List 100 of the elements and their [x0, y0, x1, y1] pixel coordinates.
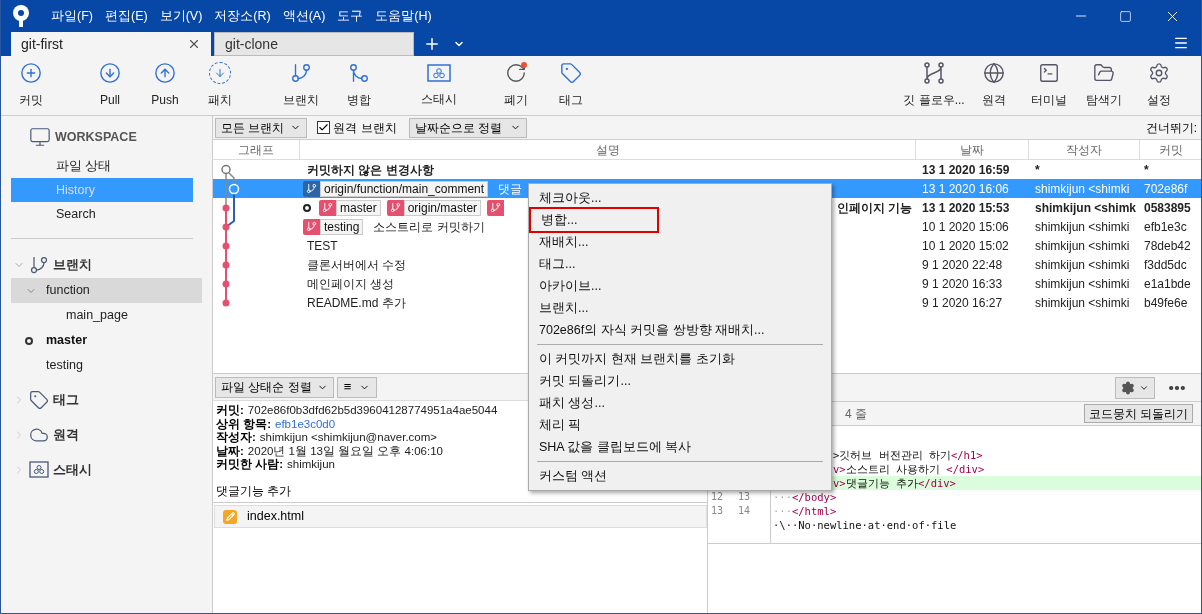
view-mode-dropdown[interactable]: ≡ — [336, 376, 378, 398]
toolbar-button[interactable]: 원격 — [969, 57, 1019, 114]
menu-item[interactable]: 태그... — [529, 253, 831, 275]
maximize-icon[interactable] — [1119, 9, 1132, 23]
commit-message: 댓글 — [498, 180, 523, 198]
jump-label: 건너뛰기: — [1145, 119, 1197, 137]
menu-item[interactable]: 아카이브... — [529, 275, 831, 297]
checkbox[interactable] — [317, 121, 331, 134]
toolbar-button[interactable]: 설정 — [1134, 57, 1184, 114]
date-cell[interactable]: 10 1 2020 15:06 — [916, 217, 1029, 236]
commit-hash-cell-text: 702e86f — [1143, 180, 1189, 198]
commit-message: README.md 추가 — [307, 294, 406, 312]
file-item[interactable]: index.html — [214, 505, 707, 528]
close-tab-icon[interactable] — [187, 37, 201, 51]
sidebar-item[interactable]: 파일 상태 — [11, 154, 193, 178]
toolbar-button[interactable]: 브랜치 — [273, 57, 329, 114]
toolbar-button[interactable]: Pull — [85, 57, 135, 114]
discard-icon — [505, 62, 527, 84]
code-line: ···</body> — [772, 490, 838, 504]
field-label: 커밋: — [216, 404, 244, 418]
author-cell-text: shimkijun <shimki — [1034, 275, 1131, 293]
branch-item[interactable]: master — [11, 328, 202, 353]
menu-icon[interactable] — [1173, 35, 1189, 51]
branch-item[interactable]: function — [11, 278, 202, 303]
commit-hash-cell-text: f3dd5dc — [1143, 256, 1188, 274]
repo-tab[interactable]: git-clone — [214, 32, 414, 56]
column-header[interactable]: 설명 — [300, 140, 916, 159]
menu-item[interactable]: 체크아웃... — [529, 187, 831, 209]
branch-item[interactable]: testing — [11, 353, 202, 378]
menu-item[interactable]: 도움말(H) — [369, 6, 438, 26]
author-cell-text: * — [1034, 161, 1041, 179]
line-number: 13 — [738, 491, 751, 502]
plus-circle-icon — [20, 62, 42, 84]
column-header[interactable]: 커밋 — [1140, 140, 1201, 159]
sidebar-section[interactable]: 원격 — [1, 421, 212, 448]
menu-item[interactable]: SHA 값을 클립보드에 복사 — [529, 436, 831, 458]
column-header[interactable]: 작성자 — [1029, 140, 1140, 159]
revert-hunk-button[interactable]: 코드뭉치 되돌리기 — [1083, 404, 1193, 423]
toolbar-button[interactable]: 커밋 — [3, 57, 59, 114]
menu-item[interactable]: 이 커밋까지 현재 브랜치를 초기화 — [529, 348, 831, 370]
commit-hash-cell-text: 78deb42 — [1143, 237, 1192, 255]
hunk-header: 4 줄 — [845, 405, 867, 423]
toolbar-button[interactable]: 병합 — [331, 57, 387, 114]
menu-item[interactable]: 패치 생성... — [529, 392, 831, 414]
column-header[interactable]: 그래프 — [213, 140, 300, 159]
sidebar-section[interactable]: 스태시 — [1, 456, 212, 483]
sort-dropdown[interactable]: 날짜순으로 정렬 — [408, 117, 528, 138]
commit-message: 메인페이지 생성 — [307, 275, 395, 293]
menu-item[interactable]: 편집(E) — [98, 6, 154, 26]
pencil-icon — [223, 509, 237, 524]
toolbar-button[interactable]: 터미널 — [1024, 57, 1074, 114]
date-cell[interactable]: 9 1 2020 16:33 — [916, 274, 1029, 293]
field-value: shimkijun <shimkijun@naver.com> — [259, 431, 438, 445]
branch-tag-icon — [319, 199, 336, 216]
field-value: 2020년 1월 13일 월요일 오후 4:06:10 — [247, 444, 443, 458]
menu-item[interactable]: 커밋 되돌리기... — [529, 370, 831, 392]
author-cell-text: shimkijun <shimki — [1034, 218, 1131, 236]
sidebar-section[interactable]: 태그 — [1, 386, 212, 413]
menu-item[interactable]: 재배치... — [529, 231, 831, 253]
date-cell[interactable]: 13 1 2020 16:59 — [916, 160, 1029, 179]
branch-item[interactable]: main_page — [11, 303, 202, 328]
stash-icon — [427, 63, 451, 83]
column-header[interactable]: 날짜 — [916, 140, 1029, 159]
toolbar-button[interactable]: 스태시 — [411, 57, 467, 114]
toolbar-button[interactable]: 태그 — [546, 57, 596, 114]
toolbar-button[interactable]: 깃 플로우... — [901, 57, 967, 114]
sidebar-item[interactable]: Search — [11, 202, 193, 226]
commit-message: 소스트리로 커밋하기 — [373, 218, 485, 236]
date-cell[interactable]: 9 1 2020 22:48 — [916, 255, 1029, 274]
date-cell[interactable]: 13 1 2020 15:53 — [916, 198, 1029, 217]
branch-label: master — [336, 199, 381, 216]
menu-item[interactable]: 브랜치... — [529, 297, 831, 319]
menu-item[interactable]: 도구 — [331, 6, 370, 26]
branch-filter-dropdown[interactable]: 모든 브랜치 — [215, 117, 308, 138]
menu-item[interactable]: 파일(F) — [45, 6, 99, 26]
branch-tag-icon — [487, 199, 505, 216]
file-sort-dropdown[interactable]: 파일 상태순 정렬 — [215, 376, 334, 398]
branch-tag-icon — [303, 218, 320, 235]
menu-item[interactable]: 저장소(R) — [208, 6, 277, 26]
settings-dropdown[interactable] — [1115, 376, 1155, 399]
menu-item[interactable]: 702e86f의 자식 커밋을 쌍방향 재배치... — [529, 319, 831, 341]
menu-item[interactable]: 체리 픽 — [529, 414, 831, 436]
toolbar-button[interactable]: 패치 — [195, 57, 245, 114]
settings-icon — [1148, 62, 1170, 84]
menu-item[interactable]: 액션(A) — [276, 6, 332, 26]
code-line: v>소스트리 사용하기 </div> — [832, 462, 986, 476]
branch-icon — [29, 254, 49, 275]
repo-tab[interactable]: git-first — [11, 32, 211, 56]
sidebar-section[interactable]: 브랜치 — [1, 251, 212, 278]
commit-message: 클론서버에서 수정 — [307, 256, 407, 274]
toolbar-button[interactable]: 폐기 — [491, 57, 541, 114]
new-tab-icon[interactable] — [423, 35, 441, 53]
date-cell[interactable]: 9 1 2020 16:27 — [916, 293, 1029, 312]
tag-icon — [29, 389, 49, 410]
toolbar-button[interactable]: 탐색기 — [1079, 57, 1129, 114]
menu-item[interactable]: 보기(V) — [153, 6, 209, 26]
menu-item[interactable]: 병합... — [531, 209, 657, 231]
parent-commit-link[interactable]: efb1e3c0d0 — [275, 417, 336, 431]
date-cell[interactable]: 10 1 2020 15:02 — [916, 236, 1029, 255]
toolbar-button[interactable]: Push — [140, 57, 190, 114]
